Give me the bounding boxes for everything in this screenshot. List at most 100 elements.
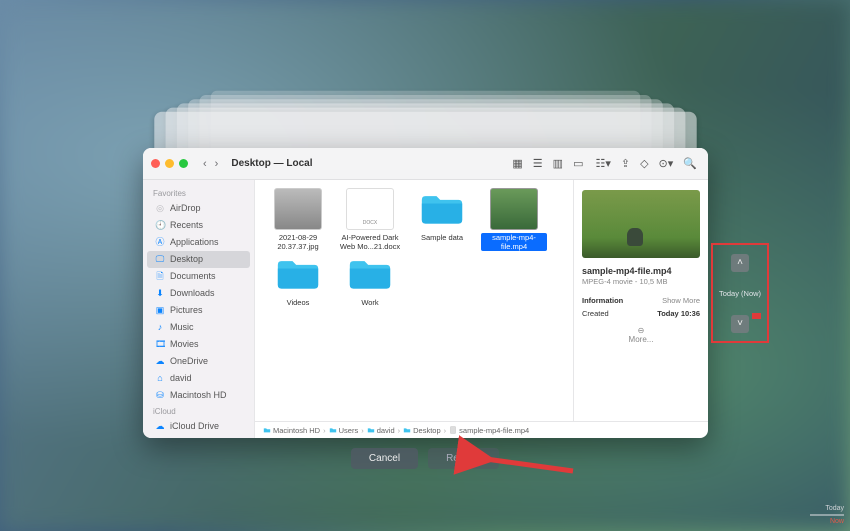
preview-subtitle: MPEG-4 movie - 10,5 MB (582, 277, 700, 286)
file-item[interactable]: Work (337, 253, 403, 307)
window-controls (151, 159, 188, 168)
preview-pane: sample-mp4-file.mp4 MPEG-4 movie - 10,5 … (573, 180, 708, 421)
breadcrumb-separator: › (398, 426, 401, 435)
breadcrumb-label: david (377, 426, 395, 435)
sidebar-item-documents[interactable]: 🗎 Documents (147, 268, 250, 285)
time-machine-nav: ˄ Today (Now) ˅ (711, 243, 769, 343)
sidebar-item-airdrop[interactable]: ◎AirDrop (147, 200, 250, 217)
breadcrumb-item[interactable]: Users (329, 426, 359, 435)
sidebar-item-desktop[interactable]: 🖵 Desktop (147, 251, 250, 268)
file-grid: 2021-08-29 20.37.37.jpg AI-Powered Dark W… (255, 180, 573, 421)
nav-back-button[interactable]: ‹ (200, 156, 210, 172)
clock-icon: 🕘 (155, 219, 165, 232)
sidebar-section-header: Locations (143, 435, 254, 438)
file-item[interactable]: 2021-08-29 20.37.37.jpg (265, 188, 331, 251)
timeline-down-button[interactable]: ˅ (731, 315, 749, 333)
toolbar: ‹ › Desktop — Local ▦ ☰ ▥ ▭ ☷▾ ⇪ ◇ ⊙▾ 🔍 (143, 148, 708, 180)
file-item[interactable]: AI-Powered Dark Web Mo...21.docx (337, 188, 403, 251)
more-actions-icon[interactable]: ⊖ (582, 326, 700, 335)
timeline-indicator: Today Now (810, 505, 844, 525)
video-thumbnail (490, 188, 538, 230)
cancel-button[interactable]: Cancel (351, 448, 418, 469)
home-icon: ⌂ (155, 372, 165, 385)
gallery-view-icon[interactable]: ▭ (570, 155, 586, 172)
path-bar: Macintosh HD›Users›david›Desktop›sample-… (255, 421, 708, 438)
sidebar-item-onedrive[interactable]: ☁ OneDrive (147, 353, 250, 370)
group-menu-icon[interactable]: ☷▾ (592, 155, 613, 172)
file-name-label: Work (361, 298, 378, 307)
sidebar-item-movies[interactable]: 🎞Movies (147, 336, 250, 353)
cloud-icon: ☁ (155, 355, 165, 368)
doc-thumbnail (346, 188, 394, 230)
breadcrumb-item[interactable]: Desktop (403, 426, 441, 435)
info-heading: Information (582, 296, 623, 305)
view-mode-segment[interactable]: ▦ ☰ ▥ ▭ (509, 155, 586, 172)
sidebar-section-header: iCloud (143, 404, 254, 418)
file-item[interactable]: Sample data (409, 188, 475, 251)
maximize-window-button[interactable] (179, 159, 188, 168)
app-icon: Ⓐ (155, 236, 165, 249)
annotation-arrow (478, 453, 578, 473)
sidebar-item-label: Documents (170, 270, 216, 283)
sidebar-item-label: Recents (170, 219, 203, 232)
file-item[interactable]: Videos (265, 253, 331, 307)
sidebar-item-macintosh-hd[interactable]: ⛁ Macintosh HD (147, 387, 250, 404)
breadcrumb-label: Desktop (413, 426, 441, 435)
file-name-label: Sample data (421, 233, 463, 242)
breadcrumb-separator: › (444, 426, 447, 435)
file-name-label: AI-Powered Dark Web Mo...21.docx (337, 233, 403, 251)
column-view-icon[interactable]: ▥ (550, 155, 566, 172)
icloud-icon: ☁ (155, 420, 165, 433)
breadcrumb-item[interactable]: david (367, 426, 395, 435)
tag-icon[interactable]: ◇ (637, 155, 651, 172)
sidebar-item-label: Music (170, 321, 194, 334)
download-icon: ⬇ (155, 287, 165, 300)
breadcrumb-label: Macintosh HD (273, 426, 320, 435)
file-name-label: sample-mp4-file.mp4 (481, 233, 547, 251)
sidebar-item-icloud-drive[interactable]: ☁iCloud Drive (147, 418, 250, 435)
sidebar-item-label: Pictures (170, 304, 203, 317)
show-more-link[interactable]: Show More (662, 296, 700, 305)
doc-icon: 🗎 (155, 270, 165, 283)
sidebar-item-recents[interactable]: 🕘 Recents (147, 217, 250, 234)
sidebar-item-label: Downloads (170, 287, 215, 300)
sidebar-item-label: Movies (170, 338, 199, 351)
nav-forward-button[interactable]: › (212, 156, 222, 172)
sidebar-item-label: david (170, 372, 192, 385)
sidebar-item-applications[interactable]: ⒶApplications (147, 234, 250, 251)
breadcrumb-label: sample-mp4-file.mp4 (459, 426, 529, 435)
created-label: Created (582, 309, 609, 318)
sidebar-item-downloads[interactable]: ⬇ Downloads (147, 285, 250, 302)
sidebar-item-label: Desktop (170, 253, 203, 266)
sidebar-item-david[interactable]: ⌂ david (147, 370, 250, 387)
breadcrumb-item[interactable]: Macintosh HD (263, 426, 320, 435)
disk-icon: ⛁ (155, 389, 165, 402)
folder-thumbnail (418, 188, 466, 230)
file-item[interactable]: sample-mp4-file.mp4 (481, 188, 547, 251)
breadcrumb-item[interactable]: sample-mp4-file.mp4 (449, 426, 529, 435)
search-icon[interactable]: 🔍 (680, 155, 700, 172)
sidebar-item-label: OneDrive (170, 355, 208, 368)
timeline-label: Today (Now) (719, 289, 761, 298)
sidebar-item-pictures[interactable]: ▣Pictures (147, 302, 250, 319)
file-name-label: Videos (287, 298, 310, 307)
more-label: More... (582, 335, 700, 344)
sidebar-item-music[interactable]: ♪ Music (147, 319, 250, 336)
breadcrumb-separator: › (361, 426, 364, 435)
share-icon[interactable]: ⇪ (618, 155, 633, 172)
action-menu-icon[interactable]: ⊙▾ (656, 155, 677, 172)
icon-view-icon[interactable]: ▦ (509, 155, 525, 172)
sidebar-item-label: Macintosh HD (170, 389, 227, 402)
time-machine-buttons: Cancel Restore (0, 448, 850, 469)
sidebar: Favorites◎AirDrop🕘RecentsⒶApplications🖵D… (143, 180, 255, 438)
img-thumbnail (274, 188, 322, 230)
timeline-up-button[interactable]: ˄ (731, 254, 749, 272)
list-view-icon[interactable]: ☰ (530, 155, 546, 172)
sidebar-item-label: AirDrop (170, 202, 201, 215)
music-icon: ♪ (155, 321, 165, 334)
created-value: Today 10:36 (657, 309, 700, 318)
minimize-window-button[interactable] (165, 159, 174, 168)
desktop-icon: 🖵 (155, 253, 165, 266)
finder-window: ‹ › Desktop — Local ▦ ☰ ▥ ▭ ☷▾ ⇪ ◇ ⊙▾ 🔍 … (143, 148, 708, 438)
close-window-button[interactable] (151, 159, 160, 168)
